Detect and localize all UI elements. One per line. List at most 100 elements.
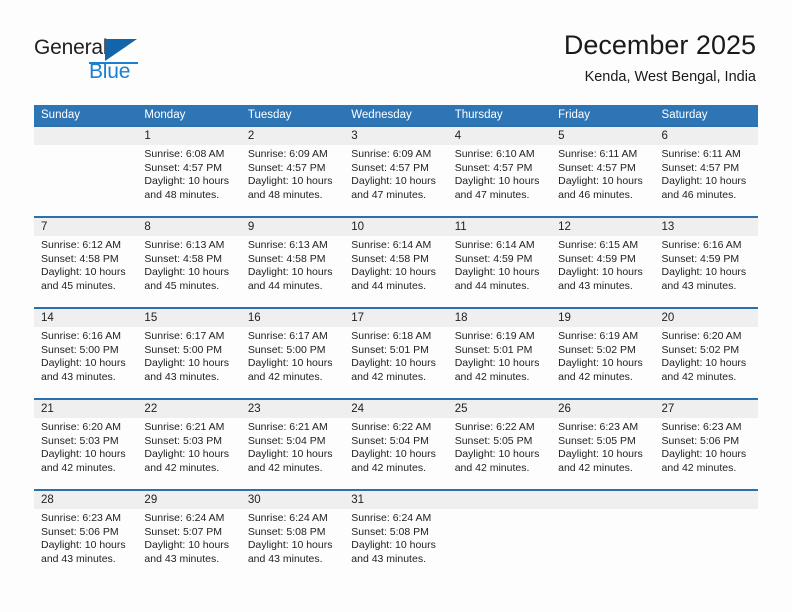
day-cell-29[interactable]: Sunrise: 6:24 AM Sunset: 5:07 PM Daylight:… <box>137 509 240 580</box>
day-cell-7[interactable]: Sunrise: 6:12 AM Sunset: 4:58 PM Daylight:… <box>34 236 137 307</box>
day-number-16[interactable]: 16 <box>241 309 344 327</box>
day-cell-2[interactable]: Sunrise: 6:09 AM Sunset: 4:57 PM Daylight:… <box>241 145 344 216</box>
day-detail-line: and 46 minutes. <box>558 188 633 201</box>
day-number-27[interactable]: 27 <box>655 400 758 418</box>
day-detail-line: Sunrise: 6:19 AM <box>558 330 639 342</box>
day-cell-26[interactable]: Sunrise: 6:23 AM Sunset: 5:05 PM Daylight:… <box>551 418 654 489</box>
day-detail-line: Sunset: 5:00 PM <box>41 343 119 356</box>
day-detail-row: Sunrise: 6:23 AM Sunset: 5:06 PM Daylight:… <box>34 509 758 580</box>
day-cell-24[interactable]: Sunrise: 6:22 AM Sunset: 5:04 PM Daylight:… <box>344 418 447 489</box>
day-number-6[interactable]: 6 <box>655 127 758 145</box>
day-number-31[interactable]: 31 <box>344 491 447 509</box>
day-number-24[interactable]: 24 <box>344 400 447 418</box>
day-detail-line: Sunrise: 6:24 AM <box>247 512 328 524</box>
day-detail-line: Daylight: 10 hours <box>144 175 230 188</box>
location-subtitle: Kenda, West Bengal, India <box>584 69 756 85</box>
day-number-2[interactable]: 2 <box>241 127 344 145</box>
day-detail-line: Daylight: 10 hours <box>454 175 540 188</box>
day-cell-27[interactable]: Sunrise: 6:23 AM Sunset: 5:06 PM Daylight:… <box>655 418 758 489</box>
day-cell-5[interactable]: Sunrise: 6:11 AM Sunset: 4:57 PM Daylight:… <box>551 145 654 216</box>
day-number-15[interactable]: 15 <box>137 309 240 327</box>
day-detail-line: and 48 minutes. <box>247 188 323 201</box>
day-number-21[interactable]: 21 <box>34 400 137 418</box>
day-cell-1[interactable]: Sunrise: 6:08 AM Sunset: 4:57 PM Daylight:… <box>137 145 240 216</box>
day-detail-line: Sunset: 5:07 PM <box>144 525 223 538</box>
day-number-1[interactable]: 1 <box>137 127 240 145</box>
day-detail-row: Sunrise: 6:20 AM Sunset: 5:03 PM Daylight:… <box>34 418 758 489</box>
day-number-8[interactable]: 8 <box>137 218 240 236</box>
day-number-empty <box>448 491 551 509</box>
day-cell-18[interactable]: Sunrise: 6:19 AM Sunset: 5:01 PM Daylight:… <box>448 327 551 398</box>
day-cell-25[interactable]: Sunrise: 6:22 AM Sunset: 5:05 PM Daylight:… <box>448 418 551 489</box>
day-number-13[interactable]: 13 <box>655 218 758 236</box>
day-number-4[interactable]: 4 <box>448 127 551 145</box>
day-number-10[interactable]: 10 <box>344 218 447 236</box>
day-detail-line: Sunrise: 6:22 AM <box>351 421 432 433</box>
day-cell-11[interactable]: Sunrise: 6:14 AM Sunset: 4:59 PM Daylight:… <box>448 236 551 307</box>
day-cell-14[interactable]: Sunrise: 6:16 AM Sunset: 5:00 PM Daylight:… <box>34 327 137 398</box>
day-detail-line: Daylight: 10 hours <box>351 266 436 279</box>
day-number-25[interactable]: 25 <box>448 400 551 418</box>
weekday-header-sunday: Sunday <box>41 109 81 121</box>
day-cell-22[interactable]: Sunrise: 6:21 AM Sunset: 5:03 PM Daylight:… <box>137 418 240 489</box>
triangle-icon <box>105 39 137 61</box>
day-detail-line: Sunset: 5:01 PM <box>454 343 533 356</box>
day-detail-line: Daylight: 10 hours <box>351 175 436 188</box>
day-cell-30[interactable]: Sunrise: 6:24 AM Sunset: 5:08 PM Daylight:… <box>241 509 344 580</box>
day-number-17[interactable]: 17 <box>344 309 447 327</box>
day-number-29[interactable]: 29 <box>137 491 240 509</box>
day-detail-line: and 42 minutes. <box>454 461 530 474</box>
day-number-empty <box>34 127 137 145</box>
day-cell-10[interactable]: Sunrise: 6:14 AM Sunset: 4:58 PM Daylight:… <box>344 236 447 307</box>
day-number-5[interactable]: 5 <box>551 127 654 145</box>
day-cell-6[interactable]: Sunrise: 6:11 AM Sunset: 4:57 PM Daylight:… <box>655 145 758 216</box>
day-cell-19[interactable]: Sunrise: 6:19 AM Sunset: 5:02 PM Daylight:… <box>551 327 654 398</box>
day-cell-3[interactable]: Sunrise: 6:09 AM Sunset: 4:57 PM Daylight:… <box>344 145 447 216</box>
calendar-week-row: 7 8 9 10 11 12 13 Sunrise: 6:12 AM Sunset: 4:58 … <box>34 216 758 307</box>
day-cell-15[interactable]: Sunrise: 6:17 AM Sunset: 5:00 PM Daylight:… <box>137 327 240 398</box>
calendar-page: General Blue December 2025 Kenda, West B… <box>0 0 792 612</box>
day-detail-line: and 42 minutes. <box>351 370 426 383</box>
day-number-19[interactable]: 19 <box>551 309 654 327</box>
day-detail-line: and 45 minutes. <box>144 279 220 292</box>
day-cell-9[interactable]: Sunrise: 6:13 AM Sunset: 4:58 PM Daylight:… <box>241 236 344 307</box>
day-cell-20[interactable]: Sunrise: 6:20 AM Sunset: 5:02 PM Daylight:… <box>655 327 758 398</box>
day-number-20[interactable]: 20 <box>655 309 758 327</box>
day-detail-line: Sunset: 5:06 PM <box>661 434 740 447</box>
day-cell-8[interactable]: Sunrise: 6:13 AM Sunset: 4:58 PM Daylight:… <box>137 236 240 307</box>
day-detail-line: Sunrise: 6:16 AM <box>661 239 742 251</box>
day-detail-line: Sunset: 4:58 PM <box>351 252 429 265</box>
day-number-22[interactable]: 22 <box>137 400 240 418</box>
day-number-7[interactable]: 7 <box>34 218 137 236</box>
general-blue-logo: General Blue <box>34 36 164 88</box>
page-title: December 2025 <box>563 30 756 60</box>
day-cell-empty <box>34 145 137 216</box>
day-cell-12[interactable]: Sunrise: 6:15 AM Sunset: 4:59 PM Daylight:… <box>551 236 654 307</box>
day-cell-23[interactable]: Sunrise: 6:21 AM Sunset: 5:04 PM Daylight:… <box>241 418 344 489</box>
day-cell-13[interactable]: Sunrise: 6:16 AM Sunset: 4:59 PM Daylight:… <box>655 236 758 307</box>
day-number-11[interactable]: 11 <box>448 218 551 236</box>
logo-text-general: General <box>34 36 108 59</box>
day-detail-line: and 47 minutes. <box>351 188 426 201</box>
day-number-12[interactable]: 12 <box>551 218 654 236</box>
day-number-9[interactable]: 9 <box>241 218 344 236</box>
day-detail-line: and 42 minutes. <box>661 461 737 474</box>
day-cell-empty <box>448 509 551 580</box>
day-cell-4[interactable]: Sunrise: 6:10 AM Sunset: 4:57 PM Daylight:… <box>448 145 551 216</box>
day-number-3[interactable]: 3 <box>344 127 447 145</box>
day-detail-line: Daylight: 10 hours <box>247 448 333 461</box>
day-number-18[interactable]: 18 <box>448 309 551 327</box>
day-detail-line: Daylight: 10 hours <box>144 357 230 370</box>
day-cell-31[interactable]: Sunrise: 6:24 AM Sunset: 5:08 PM Daylight:… <box>344 509 447 580</box>
day-number-28[interactable]: 28 <box>34 491 137 509</box>
day-cell-17[interactable]: Sunrise: 6:18 AM Sunset: 5:01 PM Daylight:… <box>344 327 447 398</box>
day-number-26[interactable]: 26 <box>551 400 654 418</box>
day-detail-line: Sunset: 4:57 PM <box>144 161 223 174</box>
day-cell-28[interactable]: Sunrise: 6:23 AM Sunset: 5:06 PM Daylight:… <box>34 509 137 580</box>
day-detail-line: Sunrise: 6:09 AM <box>351 148 432 160</box>
day-number-23[interactable]: 23 <box>241 400 344 418</box>
day-cell-16[interactable]: Sunrise: 6:17 AM Sunset: 5:00 PM Daylight:… <box>241 327 344 398</box>
day-cell-21[interactable]: Sunrise: 6:20 AM Sunset: 5:03 PM Daylight:… <box>34 418 137 489</box>
day-number-30[interactable]: 30 <box>241 491 344 509</box>
day-number-14[interactable]: 14 <box>34 309 137 327</box>
